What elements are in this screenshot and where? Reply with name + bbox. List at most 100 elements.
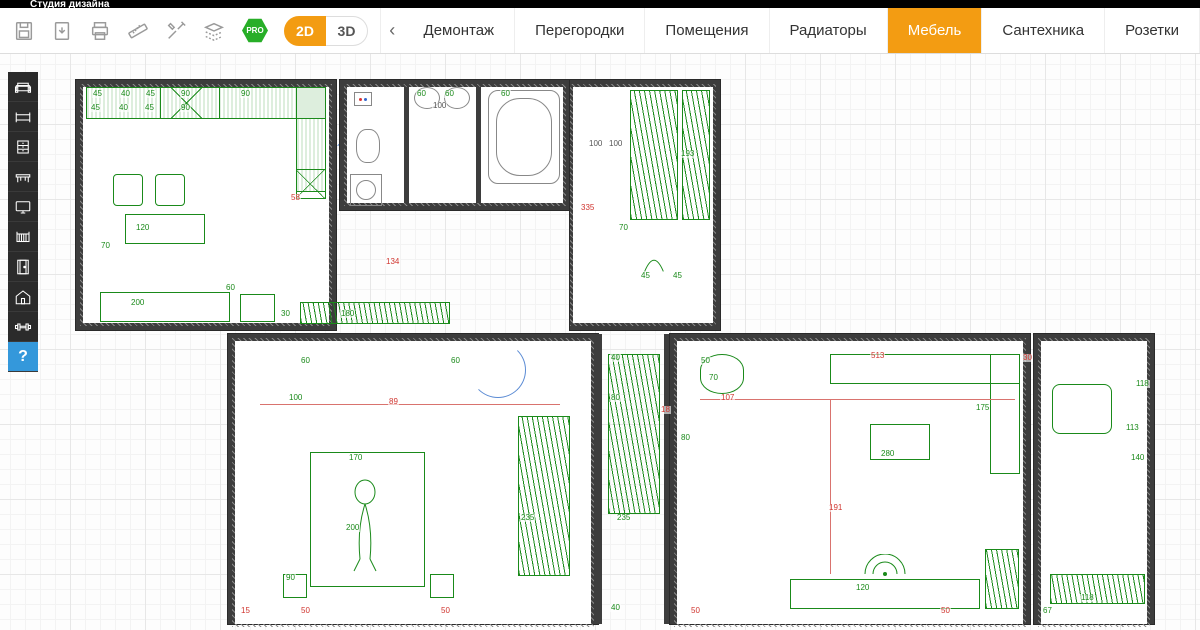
sidebar-table-icon[interactable] [8, 162, 38, 192]
furn-armchair[interactable] [1052, 384, 1112, 434]
dim-label: 90 [180, 104, 191, 112]
dim-label: 90 [240, 90, 251, 98]
furn-chair[interactable] [113, 174, 143, 206]
furn-corner-sofa-l[interactable] [990, 354, 1020, 474]
furn-wardrobe[interactable] [630, 90, 678, 220]
dim-label: 90 [285, 574, 296, 582]
dim-label: 235 [520, 514, 535, 522]
furn-side-table[interactable] [240, 294, 275, 322]
dim-label: 89 [388, 398, 399, 406]
dim-label: 200 [130, 299, 145, 307]
category-sidebar: ? [8, 72, 38, 372]
view-toggle: 2D 3D [284, 16, 368, 46]
dim-label: 200 [345, 524, 360, 532]
dim-label: 118 [1135, 380, 1150, 388]
toolbar-actions: PRO 2D 3D [0, 8, 381, 53]
dim-label: 60 [416, 90, 427, 98]
dim-label: 513 [870, 352, 885, 360]
dim-label: 80 [680, 434, 691, 442]
furn-shelf-row[interactable] [300, 302, 450, 324]
furn-wardrobe-bedroom[interactable] [518, 416, 570, 576]
dim-label: 100 [432, 102, 447, 110]
sidebar-house-icon[interactable] [8, 282, 38, 312]
sidebar-dresser-icon[interactable] [8, 132, 38, 162]
dim-label: 50 [700, 357, 711, 365]
tab-demolition[interactable]: Демонтаж [404, 8, 516, 53]
dim-label: 70 [100, 242, 111, 250]
tab-plumbing[interactable]: Сантехника [982, 8, 1105, 53]
furn-shelf-unit[interactable] [985, 549, 1019, 609]
furn-nightstand[interactable] [430, 574, 454, 598]
import-button[interactable] [46, 15, 78, 47]
tools-button[interactable] [160, 15, 192, 47]
view-2d-button[interactable]: 2D [284, 16, 326, 46]
title-bar: Студия дизайна [0, 0, 1200, 8]
tab-furniture[interactable]: Мебель [888, 8, 983, 53]
dim-label: 45 [145, 90, 156, 98]
dim-label: 18 [660, 406, 671, 414]
tab-walls[interactable]: Перегородки [515, 8, 645, 53]
dim-label: 335 [580, 204, 595, 212]
dim-label: 175 [975, 404, 990, 412]
dim-label: 90 [180, 90, 191, 98]
furn-chair[interactable] [155, 174, 185, 206]
dim-label: 30 [280, 310, 291, 318]
dim-label: 235 [616, 514, 631, 522]
main-toolbar: PRO 2D 3D ‹ Демонтаж Перегородки Помещен… [0, 8, 1200, 54]
dim-label: 15 [240, 607, 251, 615]
pro-badge[interactable]: PRO [242, 18, 268, 44]
dim-label: 120 [135, 224, 150, 232]
dim-label: 113 [1125, 424, 1140, 432]
dim-label: 50 [300, 607, 311, 615]
dim-label: 30 [1022, 354, 1033, 362]
dim-label: 70 [618, 224, 629, 232]
dim-label: 170 [348, 454, 363, 462]
dim-label: 40 [120, 90, 131, 98]
sidebar-door-icon[interactable] [8, 252, 38, 282]
dim-label: 118 [1080, 594, 1095, 602]
app-title: Студия дизайна [30, 0, 109, 8]
floorplan-canvas[interactable]: 45 40 45 90 90 45 40 45 90 60 60 100 60 … [0, 54, 1200, 630]
sidebar-dumbbell-icon[interactable] [8, 312, 38, 342]
dim-label: 40 [610, 354, 621, 362]
dim-label: 45 [92, 90, 103, 98]
dim-label: 40 [118, 104, 129, 112]
fixture-bathtub-inner [496, 98, 552, 176]
fixture-toilet[interactable] [356, 129, 380, 163]
dim-label: 100 [588, 140, 603, 148]
tab-sockets[interactable]: Розетки [1105, 8, 1200, 53]
sidebar-crib-icon[interactable] [8, 222, 38, 252]
dim-label: 280 [880, 450, 895, 458]
sidebar-tv-icon[interactable] [8, 192, 38, 222]
furn-coffee-table[interactable] [870, 424, 930, 460]
dim-label: 45 [672, 272, 683, 280]
dim-label: 80 [610, 394, 621, 402]
sidebar-sofa-icon[interactable] [8, 72, 38, 102]
tab-radiators[interactable]: Радиаторы [770, 8, 888, 53]
tab-rooms[interactable]: Помещения [645, 8, 769, 53]
dim-label: 50 [690, 607, 701, 615]
save-button[interactable] [8, 15, 40, 47]
tabs-bar: Демонтаж Перегородки Помещения Радиаторы… [404, 8, 1200, 53]
furn-shelf-balcony[interactable] [1050, 574, 1145, 604]
dim-label: 60 [300, 357, 311, 365]
measure-button[interactable] [122, 15, 154, 47]
dim-label: 180 [340, 310, 355, 318]
dim-label: 140 [1130, 454, 1145, 462]
dim-label: 58 [290, 194, 301, 202]
dim-label: 45 [90, 104, 101, 112]
tabs-prev-button[interactable]: ‹ [381, 8, 404, 53]
dim-label: 191 [828, 504, 843, 512]
view-3d-button[interactable]: 3D [326, 16, 368, 46]
layers-button[interactable] [198, 15, 230, 47]
canvas-viewport[interactable]: 45 40 45 90 90 45 40 45 90 60 60 100 60 … [0, 54, 1200, 630]
furn-tv-stand[interactable] [790, 579, 980, 609]
dim-label: 67 [1042, 607, 1053, 615]
sidebar-help-button[interactable]: ? [8, 342, 38, 372]
dim-label: 40 [610, 604, 621, 612]
furn-sofa[interactable] [100, 292, 230, 322]
print-button[interactable] [84, 15, 116, 47]
furn-wardrobe-corridor[interactable] [608, 354, 660, 514]
dim-label: 60 [444, 90, 455, 98]
sidebar-bed-icon[interactable] [8, 102, 38, 132]
